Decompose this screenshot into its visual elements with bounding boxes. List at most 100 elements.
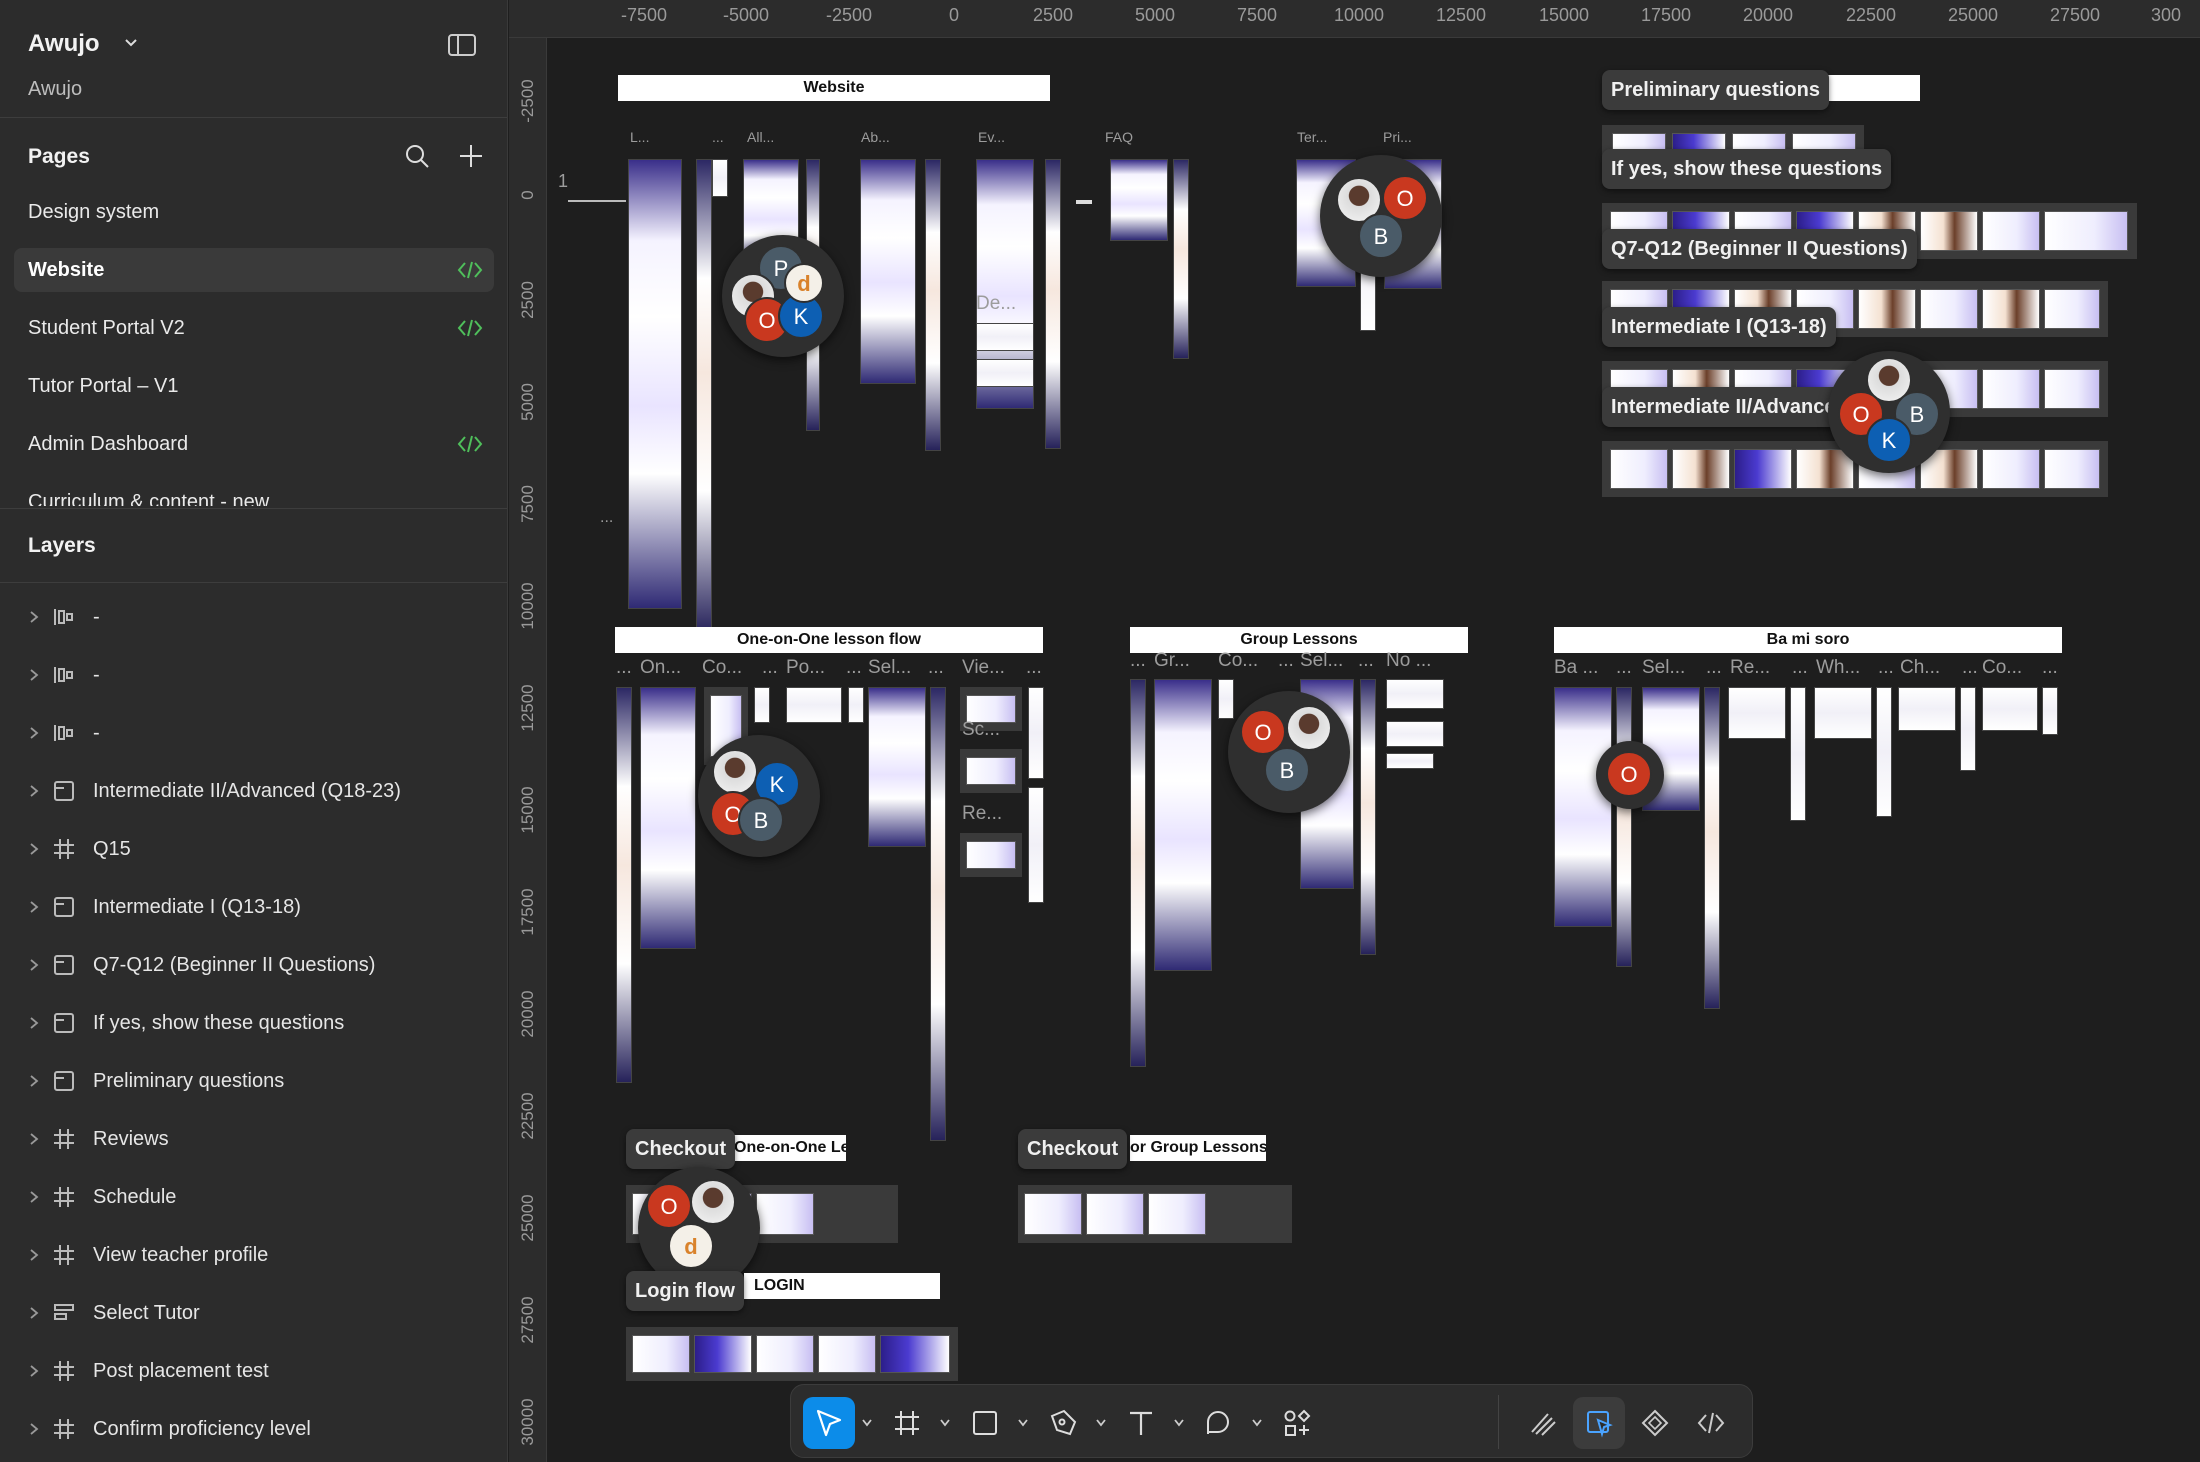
frame-thumbnail[interactable] [1898,687,1956,731]
frame-thumbnail[interactable] [1982,449,2040,489]
frame-label[interactable]: Sel... [1300,650,1343,672]
frame-thumbnail[interactable] [925,159,941,451]
frame-label[interactable]: ... [1026,657,1042,679]
frame-thumbnail[interactable] [1610,449,1668,489]
frame-thumbnail[interactable] [966,757,1016,785]
section-tag-checkout[interactable]: Checkout [626,1129,736,1169]
horizontal-ruler[interactable]: -7500 -5000 -2500 0 2500 5000 7500 10000… [509,0,2200,38]
section-tag-login-flow[interactable]: Login flow [626,1271,744,1311]
frame-label[interactable]: Sc... [962,719,1000,741]
frame-thumbnail[interactable] [1045,159,1061,449]
text-tool-button[interactable] [1115,1397,1167,1449]
frame-thumbnail[interactable] [1130,679,1146,1067]
sidebar-toggle-icon[interactable] [448,34,476,56]
frame-label[interactable]: ... [1878,657,1894,679]
frame-thumbnail[interactable] [1616,687,1632,967]
section-title-checkout-group[interactable]: or Group Lessons [1130,1135,1266,1161]
frame-thumbnail[interactable] [860,159,916,384]
frame-thumbnail[interactable] [1086,1193,1144,1235]
frame-thumbnail[interactable] [1028,687,1044,779]
prototype-mode-button[interactable] [1629,1397,1681,1449]
frame-thumbnail[interactable] [696,159,712,634]
frame-thumbnail[interactable] [848,687,864,723]
frame-label[interactable]: Sel... [868,657,911,679]
frame-thumbnail[interactable] [1982,369,2040,409]
frame-thumbnail[interactable] [1672,449,1730,489]
frame-thumbnail[interactable] [2044,289,2100,329]
frame-tool-button[interactable] [881,1397,933,1449]
vertical-ruler[interactable]: -2500 0 2500 5000 7500 10000 12500 15000… [509,38,547,1462]
layer-item[interactable]: Select Tutor [0,1289,507,1337]
chevron-right-icon[interactable] [28,1248,40,1262]
shape-tool-button[interactable] [959,1397,1011,1449]
add-page-icon[interactable] [458,143,484,169]
frame-strip[interactable] [960,833,1022,877]
frame-thumbnail[interactable] [1982,289,2040,329]
frame-thumbnail[interactable] [930,687,946,1141]
chevron-right-icon[interactable] [28,784,40,798]
layer-item[interactable]: Schedule [0,1173,507,1221]
frame-label[interactable]: ... [846,657,862,679]
frame-thumbnail[interactable] [694,1335,752,1373]
frame-thumbnail[interactable] [1360,679,1376,955]
frame-label[interactable]: Ev... [978,129,1005,145]
dev-mode-button[interactable] [1685,1397,1737,1449]
frame-thumbnail[interactable] [2044,211,2128,251]
chevron-right-icon[interactable] [28,1306,40,1320]
frame-label[interactable]: Po... [786,657,825,679]
section-tag-intermediate-1[interactable]: Intermediate I (Q13-18) [1602,307,1836,347]
layer-item[interactable]: - [0,709,507,757]
frame-thumbnail[interactable] [2044,369,2100,409]
chevron-down-icon[interactable] [1251,1418,1263,1428]
frame-thumbnail[interactable] [616,687,632,1083]
frame-thumbnail[interactable] [1858,289,1916,329]
chevron-right-icon[interactable] [28,1364,40,1378]
file-name[interactable]: Awujo [28,30,100,58]
frame-label[interactable]: Co... [1218,650,1258,672]
frame-thumbnail[interactable] [1960,687,1976,771]
frame-label[interactable]: ... [1962,657,1978,679]
frame-thumbnail[interactable] [1876,687,1892,817]
frame-label[interactable]: ... [1616,657,1632,679]
section-tag-checkout[interactable]: Checkout [1018,1129,1128,1169]
chevron-down-icon[interactable] [861,1418,873,1428]
frame-thumbnail[interactable] [632,1335,690,1373]
frame-thumbnail[interactable] [756,1193,814,1235]
frame-label[interactable]: ... [1792,657,1808,679]
frame-thumbnail[interactable] [1554,687,1612,927]
page-item-student-portal[interactable]: Student Portal V2 [14,306,494,350]
frame-thumbnail[interactable] [976,323,1034,351]
section-tag-if-yes[interactable]: If yes, show these questions [1602,149,1892,189]
frame-label[interactable]: 1 [558,171,568,192]
frame-strip[interactable] [960,749,1022,793]
frame-label[interactable]: Sel... [1642,657,1685,679]
chevron-right-icon[interactable] [28,1074,40,1088]
frame-thumbnail[interactable] [1704,687,1720,1009]
frame-label[interactable]: Ba ... [1554,657,1598,679]
frame-thumbnail[interactable] [1148,1193,1206,1235]
section-title-website[interactable]: Website [618,75,1050,101]
frame-thumbnail[interactable] [1110,159,1168,241]
frame-thumbnail[interactable] [1024,1193,1082,1235]
layer-item[interactable]: Post placement test [0,1347,507,1395]
chevron-right-icon[interactable] [28,726,40,740]
section-title-one-on-one[interactable]: One-on-One lesson flow [615,627,1043,653]
chevron-down-icon[interactable] [1017,1418,1029,1428]
section-title-login[interactable]: LOGIN [744,1273,940,1299]
frame-thumbnail[interactable] [818,1335,876,1373]
frame-label[interactable]: Re... [962,803,1002,825]
pen-tool-button[interactable] [1037,1397,1089,1449]
section-tag-q7-q12[interactable]: Q7-Q12 (Beginner II Questions) [1602,229,1917,269]
frame-thumbnail[interactable] [1386,753,1434,769]
frame-label[interactable]: Ab... [861,129,890,145]
frame-label[interactable]: ... [600,509,613,527]
frame-label[interactable]: ... [1278,650,1294,672]
frame-label[interactable]: ... [1130,650,1146,672]
frame-label[interactable]: Ter... [1297,129,1327,145]
frame-thumbnail[interactable] [1028,787,1044,903]
layer-item[interactable]: View teacher profile [0,1231,507,1279]
frame-thumbnail[interactable] [1982,687,2038,731]
frame-thumbnail[interactable] [2044,449,2100,489]
move-tool-button[interactable] [803,1397,855,1449]
frame-thumbnail[interactable] [1920,289,1978,329]
